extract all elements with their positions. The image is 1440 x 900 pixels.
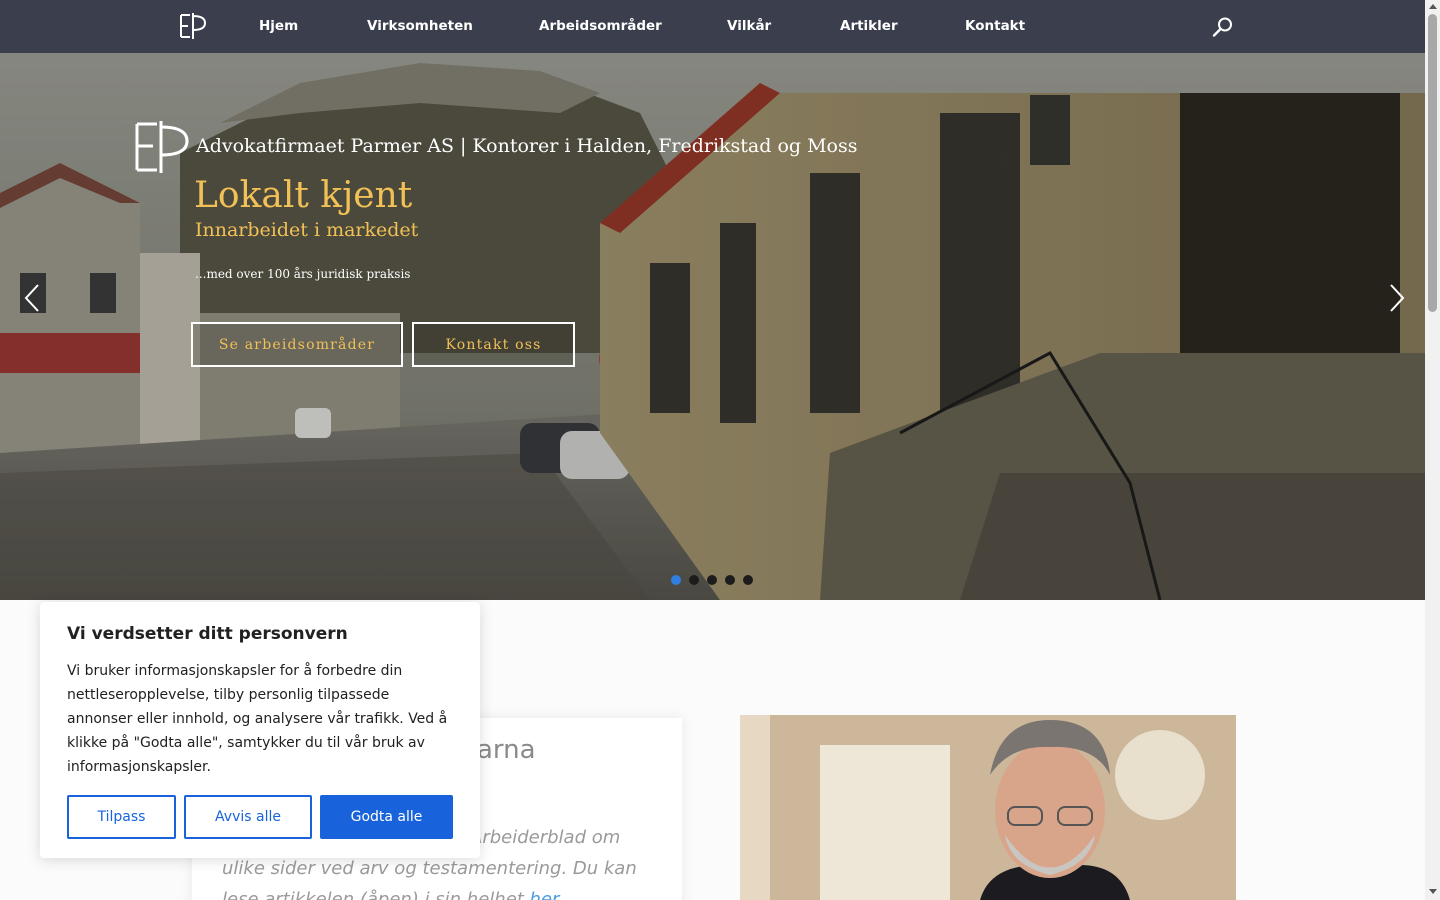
slider-dot[interactable] (707, 575, 717, 585)
slider-dot[interactable] (743, 575, 753, 585)
nav-item-artikler[interactable]: Artikler (840, 18, 898, 34)
slider-dot[interactable] (671, 575, 681, 585)
scroll-down-arrow-icon[interactable] (1429, 889, 1437, 894)
hero-subtitle: Innarbeidet i markedet (195, 219, 419, 241)
slider-dot[interactable] (725, 575, 735, 585)
hero-slider: Advokatfirmaet Parmer AS | Kontorer i Ha… (0, 53, 1425, 600)
hero-title: Lokalt kjent (194, 175, 413, 216)
search-icon[interactable] (1212, 16, 1234, 38)
top-navigation: Hjem Virksomheten Arbeidsområder Vilkår … (0, 0, 1425, 53)
cookie-consent-banner: Vi verdsetter ditt personvern Vi bruker … (40, 602, 480, 858)
nav-item-hjem[interactable]: Hjem (259, 18, 298, 34)
customize-button[interactable]: Tilpass (67, 795, 176, 839)
article-text-line: lese artikkelen (åpen) i sin helhet her (222, 884, 662, 900)
article-title[interactable]: arna (477, 735, 536, 765)
scrollbar-thumb[interactable] (1428, 14, 1437, 312)
slider-dot[interactable] (689, 575, 699, 585)
see-work-areas-button[interactable]: Se arbeidsområder (191, 322, 403, 367)
nav-item-vilkar[interactable]: Vilkår (727, 18, 771, 34)
chevron-left-icon[interactable] (20, 283, 46, 313)
cookie-text: Vi bruker informasjonskapsler for å forb… (67, 663, 448, 775)
nav-item-kontakt[interactable]: Kontakt (965, 18, 1025, 34)
article-link[interactable]: her (530, 889, 560, 900)
contact-us-button[interactable]: Kontakt oss (412, 322, 575, 367)
reject-all-button[interactable]: Avvis alle (184, 795, 312, 839)
slider-dots (671, 575, 753, 585)
accept-all-button[interactable]: Godta alle (320, 795, 453, 839)
article-text-prefix: lese artikkelen (åpen) i sin helhet (222, 889, 530, 900)
lawyer-portrait-image (740, 715, 1236, 900)
scroll-up-arrow-icon[interactable] (1429, 4, 1437, 9)
firm-logo-icon[interactable] (178, 12, 208, 40)
nav-item-virksomheten[interactable]: Virksomheten (367, 18, 473, 34)
chevron-right-icon[interactable] (1383, 283, 1409, 313)
hero-tagline: Advokatfirmaet Parmer AS | Kontorer i Ha… (196, 135, 858, 157)
hero-firm-logo-icon (135, 121, 189, 173)
nav-item-arbeidsomrader[interactable]: Arbeidsområder (539, 18, 662, 34)
cookie-title: Vi verdsetter ditt personvern (67, 624, 348, 644)
page-scrollbar[interactable] (1425, 0, 1440, 900)
hero-small-text: ...med over 100 års juridisk praksis (195, 267, 411, 281)
